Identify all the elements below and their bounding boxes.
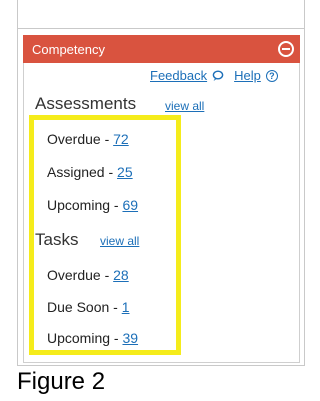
help-link[interactable]: Help xyxy=(234,68,261,83)
count-link[interactable]: 39 xyxy=(122,330,138,346)
collapse-icon[interactable] xyxy=(278,41,294,57)
item-label: Upcoming - xyxy=(47,197,123,213)
task-item-due-soon: Due Soon - 1 xyxy=(47,299,130,315)
assessment-item-upcoming: Upcoming - 69 xyxy=(47,197,138,213)
item-label: Due Soon - xyxy=(47,299,122,315)
help-icon[interactable]: ? xyxy=(265,69,278,82)
feedback-link[interactable]: Feedback xyxy=(150,68,207,83)
item-label: Assigned - xyxy=(47,164,118,180)
assessment-item-assigned: Assigned - 25 xyxy=(47,164,133,180)
item-label: Overdue - xyxy=(47,267,114,283)
figure-caption: Figure 2 xyxy=(17,368,106,395)
panel-title: Competency xyxy=(32,41,105,57)
count-link[interactable]: 72 xyxy=(113,131,129,147)
item-label: Upcoming - xyxy=(47,330,123,346)
assessment-item-overdue: Overdue - 72 xyxy=(47,131,129,147)
assessments-title: Assessments xyxy=(35,94,137,113)
task-item-upcoming: Upcoming - 39 xyxy=(47,330,138,346)
task-item-overdue: Overdue - 28 xyxy=(47,267,129,283)
tasks-title: Tasks xyxy=(35,230,79,249)
item-label: Overdue - xyxy=(47,131,114,147)
panel-header: Competency xyxy=(23,35,300,63)
count-link[interactable]: 69 xyxy=(122,197,138,213)
speech-bubble-icon[interactable] xyxy=(212,70,224,82)
tasks-view-all-link[interactable]: view all xyxy=(100,234,139,248)
help-links: Feedback Help ? xyxy=(150,68,278,83)
count-link[interactable]: 28 xyxy=(113,267,129,283)
top-divider xyxy=(17,28,305,29)
count-link[interactable]: 25 xyxy=(117,164,133,180)
assessments-view-all-link[interactable]: view all xyxy=(165,99,204,113)
count-link[interactable]: 1 xyxy=(122,299,130,315)
